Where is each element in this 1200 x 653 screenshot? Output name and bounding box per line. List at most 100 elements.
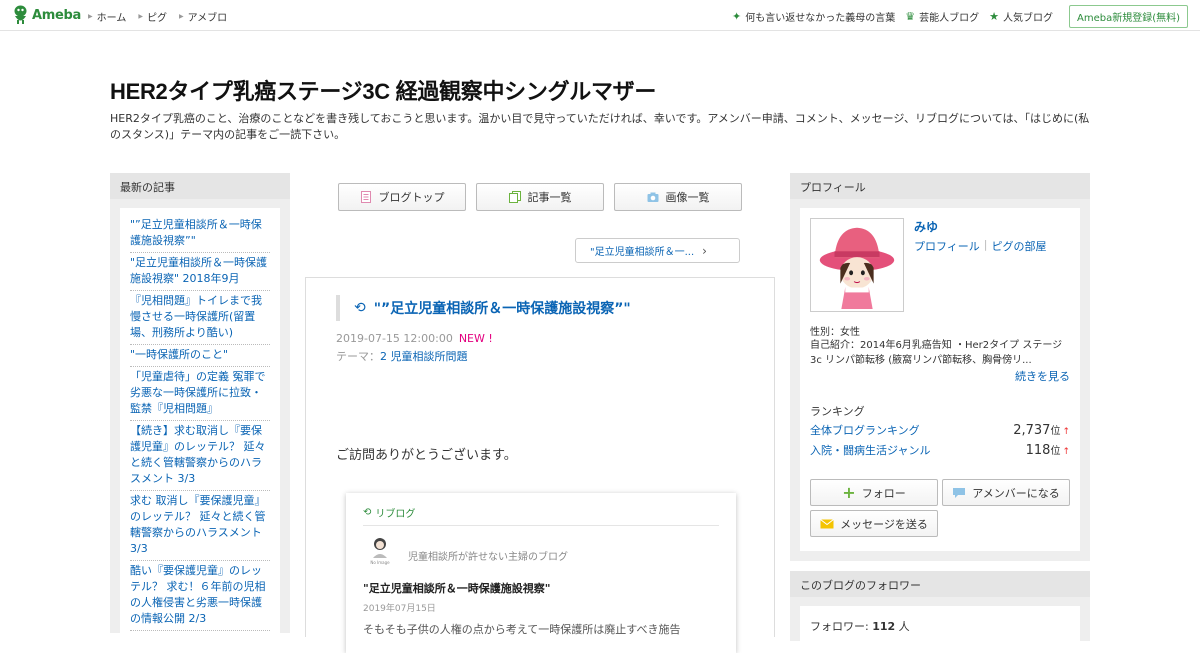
celebrity-blog-link[interactable]: ♛ 芸能人ブログ (905, 9, 979, 24)
ranking-number: 2,737 (1013, 423, 1051, 438)
signup-button[interactable]: Ameba新規登録(無料) (1068, 5, 1188, 28)
recent-article-link[interactable]: 【続き】求む取消し『要保護児童』のレッテル？ 延々と続く管轄警察からのハラスメン… (130, 421, 270, 491)
ameba-logo-icon (14, 5, 27, 24)
ranking-number: 118 (1025, 443, 1051, 458)
followers-panel: このブログのフォロワー フォロワー: 112 人 (790, 571, 1090, 646)
next-article-label: "足立児童相談所＆一... (590, 247, 695, 258)
plus-icon: + (842, 482, 856, 502)
recent-article-link[interactable]: 「児童虐待」の定義 冤罪で劣悪な一時保護所に拉致・監禁『児相問題』 (130, 367, 270, 421)
reblog-title[interactable]: "足立児童相談所＆一時保護施設視察" (363, 580, 550, 596)
next-article-link[interactable]: "足立児童相談所＆一... › (575, 238, 740, 263)
nav-ameblo-label: アメブロ (187, 13, 228, 24)
pages-icon (508, 191, 521, 203)
tab-blog-top-label: ブログトップ (378, 191, 445, 204)
popular-blog-link[interactable]: ★ 人気ブログ (989, 9, 1053, 24)
entry-theme: テーマ：2 児童相談所問題 (336, 348, 468, 364)
follower-suffix: 人 (895, 620, 910, 633)
entry-greeting: ご訪問ありがとうございます。 (336, 448, 517, 463)
nav-ameblo[interactable]: ▶ アメブロ (179, 9, 227, 24)
article-container: ⟲ "”足立児童相談所＆一時保護施設視察”" 2019-07-15 12:00:… (305, 277, 775, 653)
trending-topic-link[interactable]: ✦ 何も言い返せなかった義母の言葉 (732, 9, 895, 24)
recent-article-link[interactable]: 『児相問題』トイレまで我慢させる一時保護所(留置場、刑務所より酷い) (130, 291, 270, 345)
ranking-row-genre: 入院・闘病生活ジャンル 118位 ↑ (810, 442, 1070, 458)
camera-icon (647, 192, 658, 202)
reblog-date: 2019年07月15日 (363, 604, 436, 614)
no-image-caption: No Image (370, 560, 390, 565)
entry-title-text: "”足立児童相談所＆一時保護施設視察”" (373, 301, 631, 317)
ranking-row-overall: 全体ブログランキング 2,737位 ↑ (810, 422, 1070, 438)
caret-icon: ▶ (178, 13, 184, 20)
ranking-overall-value: 2,737位 ↑ (1013, 422, 1070, 438)
tab-blog-top[interactable]: ブログトップ (338, 183, 466, 211)
read-more-link[interactable]: 続きを見る (1015, 368, 1070, 384)
entry-title[interactable]: ⟲ "”足立児童相談所＆一時保護施設視察”" (336, 295, 631, 321)
reblog-blog-name[interactable]: 児童相談所が許せない主婦のブログ (408, 548, 568, 563)
follower-number: 112 (872, 620, 896, 633)
blog-title[interactable]: HER2タイプ乳癌ステージ3C 経過観察中シングルマザー (110, 74, 656, 106)
ranking-unit: 位 (1050, 446, 1061, 457)
send-message-button[interactable]: メッセージを送る (810, 510, 938, 537)
caret-icon: ▶ (88, 13, 93, 20)
popular-blog-label: 人気ブログ (1002, 13, 1053, 24)
ameba-logo[interactable]: Ameba (12, 5, 81, 25)
reblog-label-text: リブログ (375, 509, 416, 520)
amember-button[interactable]: アメンバーになる (942, 479, 1070, 506)
envelope-icon (820, 518, 834, 528)
tab-image-list[interactable]: 画像一覧 (614, 183, 742, 211)
reblog-label: ⟲ リブログ (363, 505, 415, 520)
divider (363, 525, 719, 526)
tab-article-list[interactable]: 記事一覧 (476, 183, 604, 211)
recent-article-link[interactable]: "一時保護所のこと" (130, 345, 270, 367)
separator: | (983, 238, 988, 251)
followers-heading: このブログのフォロワー (790, 571, 1090, 597)
document-icon (360, 191, 371, 203)
entry-datetime-text: 2019-07-15 12:00:00 (336, 332, 453, 345)
profile-links: プロフィール | ピグの部屋 (914, 238, 1047, 254)
recent-article-link[interactable]: 求む 取消し『要保護児童』のレッテル？ 延々と続く管轄警察からのハラスメント 3… (130, 491, 270, 561)
recent-article-link[interactable]: 酷い『要保護児童』のレッテル？ 求む！６年前の児相の人権侵害と劣悪一時保護の情報… (130, 561, 270, 631)
tab-image-list-label: 画像一覧 (665, 191, 710, 204)
pigg-room-link[interactable]: ピグの部屋 (992, 238, 1047, 254)
ranking-heading: ランキング (810, 405, 865, 418)
sparkle-icon: ✦ (732, 10, 742, 23)
profile-link[interactable]: プロフィール (914, 238, 980, 254)
logo-text: Ameba (32, 7, 82, 23)
tab-article-list-label: 記事一覧 (527, 191, 572, 204)
entry-theme-link[interactable]: 2 児童相談所問題 (380, 350, 468, 363)
global-header: Ameba ▶ ホーム ▶ ピグ ▶ アメブロ ✦ 何も言い返せなかった義母の言葉 ♛… (0, 0, 1200, 31)
new-badge: NEW ! (458, 332, 493, 345)
nav-pigg-label: ピグ (146, 13, 167, 24)
reblog-icon: ⟲ (363, 507, 372, 518)
celebrity-blog-label: 芸能人ブログ (919, 13, 980, 24)
profile-name[interactable]: みゆ (914, 218, 938, 235)
send-message-label: メッセージを送る (840, 517, 928, 531)
arrow-up-icon: ↑ (1062, 427, 1070, 437)
profile-box: みゆ プロフィール | ピグの部屋 性別：女性 自己紹介：2014年6月乳癌告知… (800, 208, 1080, 551)
recent-articles-panel: 最新の記事 "”足立児童相談所＆一時保護施設視察”" "足立児童相談所＆一時保護… (110, 173, 290, 648)
nav-pigg[interactable]: ▶ ピグ (138, 9, 167, 24)
blog-description: HER2タイプ乳癌のこと、治療のことなどを書き残しておこうと思います。温かい目で… (110, 112, 1090, 141)
reblog-icon: ⟲ (354, 300, 366, 316)
follow-button[interactable]: + フォロー (810, 479, 938, 506)
ranking-overall-link[interactable]: 全体ブログランキング (810, 422, 920, 438)
recent-articles-list: "”足立児童相談所＆一時保護施設視察”" "足立児童相談所＆一時保護施設視察" … (120, 208, 280, 648)
star-icon: ★ (989, 10, 999, 23)
ranking-genre-link[interactable]: 入院・闘病生活ジャンル (810, 442, 930, 458)
profile-heading: プロフィール (790, 173, 1090, 199)
entry-datetime: 2019-07-15 12:00:00 NEW ! (336, 332, 493, 345)
nav-home-label: ホーム (96, 13, 127, 24)
recent-article-link[interactable]: "足立児童相談所＆一時保護施設視察" 2018年9月 (130, 253, 270, 291)
avatar[interactable] (810, 218, 904, 312)
reblog-excerpt: そもそも子供の人権の点から考えて一時保護所は廃止すべき施告 (363, 623, 681, 636)
reblog-card[interactable]: ⟲ リブログ No Image 児童相談所が許せない主婦のブログ "足立児童相談… (346, 493, 736, 653)
follower-count[interactable]: フォロワー: 112 人 (800, 606, 1080, 646)
chevron-right-icon: › (702, 243, 707, 258)
no-image-avatar: No Image (370, 538, 390, 565)
profile-gender: 性別：女性 (810, 327, 860, 338)
trending-topic-label: 何も言い返せなかった義母の言葉 (745, 13, 896, 24)
crown-icon: ♛ (905, 10, 916, 23)
follow-label: フォロー (861, 486, 906, 500)
recent-article-link[interactable]: "”足立児童相談所＆一時保護施設視察”" (130, 215, 270, 253)
nav-home[interactable]: ▶ ホーム (88, 9, 126, 24)
ranking-unit: 位 (1050, 426, 1061, 437)
